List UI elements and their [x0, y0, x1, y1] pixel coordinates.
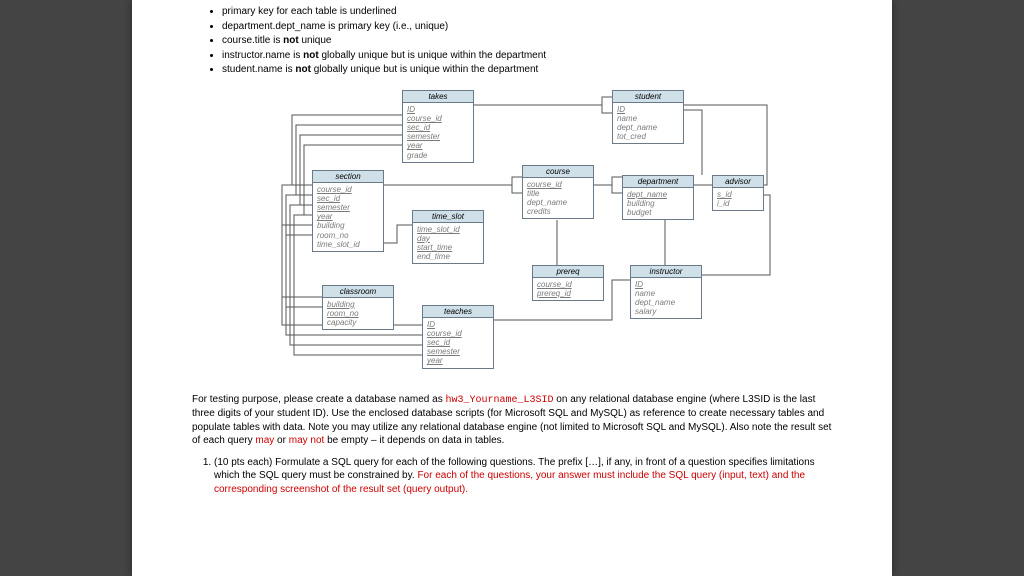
entity-attr: sec_id [407, 123, 469, 132]
entity-prereq: prereqcourse_idprereq_id [532, 265, 604, 302]
entity-attr: name [635, 289, 697, 298]
entity-attr: course_id [527, 180, 589, 189]
entity-student: studentIDnamedept_nametot_cred [612, 90, 684, 145]
entity-body: course_idprereq_id [533, 278, 603, 300]
entity-attr: ID [635, 280, 697, 289]
entity-attr: semester [427, 347, 489, 356]
entity-title: classroom [323, 286, 393, 298]
entity-body: time_slot_iddaystart_timeend_time [413, 223, 483, 264]
entity-attr: i_id [717, 199, 759, 208]
bullet-item: primary key for each table is underlined [222, 5, 832, 19]
entity-body: s_idi_id [713, 188, 763, 210]
document-page: primary key for each table is underlined… [132, 0, 892, 576]
entity-body: dept_namebuildingbudget [623, 188, 693, 220]
entity-title: course [523, 166, 593, 178]
bullet-item: department.dept_name is primary key (i.e… [222, 20, 832, 34]
entity-course: coursecourse_idtitledept_namecredits [522, 165, 594, 220]
entity-title: section [313, 171, 383, 183]
entity-attr: ID [427, 320, 489, 329]
entity-body: IDcourse_idsec_idsemesteryear [423, 318, 493, 368]
entity-attr: building [327, 300, 389, 309]
entity-attr: ID [407, 105, 469, 114]
entity-attr: course_id [317, 185, 379, 194]
entity-classroom: classroombuildingroom_nocapacity [322, 285, 394, 331]
entity-attr: dept_name [617, 123, 679, 132]
entity-attr: semester [407, 132, 469, 141]
entity-advisor: advisors_idi_id [712, 175, 764, 212]
entity-department: departmentdept_namebuildingbudget [622, 175, 694, 221]
entity-attr: salary [635, 307, 697, 316]
entity-attr: semester [317, 203, 379, 212]
entity-title: student [613, 91, 683, 103]
entity-title: advisor [713, 176, 763, 188]
entity-takes: takesIDcourse_idsec_idsemesteryeargrade [402, 90, 474, 163]
entity-section: sectioncourse_idsec_idsemesteryearbuildi… [312, 170, 384, 253]
entity-attr: building [627, 199, 689, 208]
entity-attr: end_time [417, 252, 479, 261]
entity-attr: prereq_id [537, 289, 599, 298]
entity-attr: tot_cred [617, 132, 679, 141]
entity-title: takes [403, 91, 473, 103]
entity-attr: ID [617, 105, 679, 114]
entity-attr: credits [527, 207, 589, 216]
entity-title: prereq [533, 266, 603, 278]
entity-body: course_idsec_idsemesteryearbuildingroom_… [313, 183, 383, 251]
database-name-code: hw3_Yourname_L3SID [446, 395, 554, 406]
entity-time_slot: time_slottime_slot_iddaystart_timeend_ti… [412, 210, 484, 265]
entity-attr: budget [627, 208, 689, 217]
entity-body: IDcourse_idsec_idsemesteryeargrade [403, 103, 473, 162]
entity-title: department [623, 176, 693, 188]
entity-attr: day [417, 234, 479, 243]
bullet-item: instructor.name is not globally unique b… [222, 49, 832, 63]
entity-attr: year [317, 212, 379, 221]
instructions-paragraph: For testing purpose, please create a dat… [192, 393, 832, 448]
entity-attr: start_time [417, 243, 479, 252]
entity-attr: dept_name [527, 198, 589, 207]
entity-attr: year [427, 356, 489, 365]
bullet-item: course.title is not unique [222, 34, 832, 48]
entity-attr: room_no [317, 231, 379, 240]
entity-attr: room_no [327, 309, 389, 318]
entity-instructor: instructorIDnamedept_namesalary [630, 265, 702, 320]
entity-attr: dept_name [627, 190, 689, 199]
question-list: (10 pts each) Formulate a SQL query for … [192, 456, 832, 497]
entity-teaches: teachesIDcourse_idsec_idsemesteryear [422, 305, 494, 369]
question-item: (10 pts each) Formulate a SQL query for … [214, 456, 832, 497]
entity-title: instructor [631, 266, 701, 278]
entity-attr: grade [407, 151, 469, 160]
entity-title: teaches [423, 306, 493, 318]
entity-body: IDnamedept_namesalary [631, 278, 701, 319]
entity-attr: title [527, 189, 589, 198]
entity-attr: course_id [427, 329, 489, 338]
entity-attr: year [407, 141, 469, 150]
bullet-item: student.name is not globally unique but … [222, 63, 832, 77]
entity-attr: time_slot_id [417, 225, 479, 234]
entity-attr: building [317, 221, 379, 230]
entity-attr: sec_id [317, 194, 379, 203]
entity-attr: sec_id [427, 338, 489, 347]
entity-body: buildingroom_nocapacity [323, 298, 393, 330]
entity-attr: dept_name [635, 298, 697, 307]
entity-title: time_slot [413, 211, 483, 223]
entity-attr: s_id [717, 190, 759, 199]
entity-body: IDnamedept_nametot_cred [613, 103, 683, 144]
entity-attr: time_slot_id [317, 240, 379, 249]
entity-attr: name [617, 114, 679, 123]
entity-body: course_idtitledept_namecredits [523, 178, 593, 219]
entity-attr: capacity [327, 318, 389, 327]
entity-attr: course_id [537, 280, 599, 289]
entity-attr: course_id [407, 114, 469, 123]
schema-diagram: takesIDcourse_idsec_idsemesteryeargrades… [252, 85, 772, 385]
assumptions-list: primary key for each table is underlined… [192, 5, 832, 77]
